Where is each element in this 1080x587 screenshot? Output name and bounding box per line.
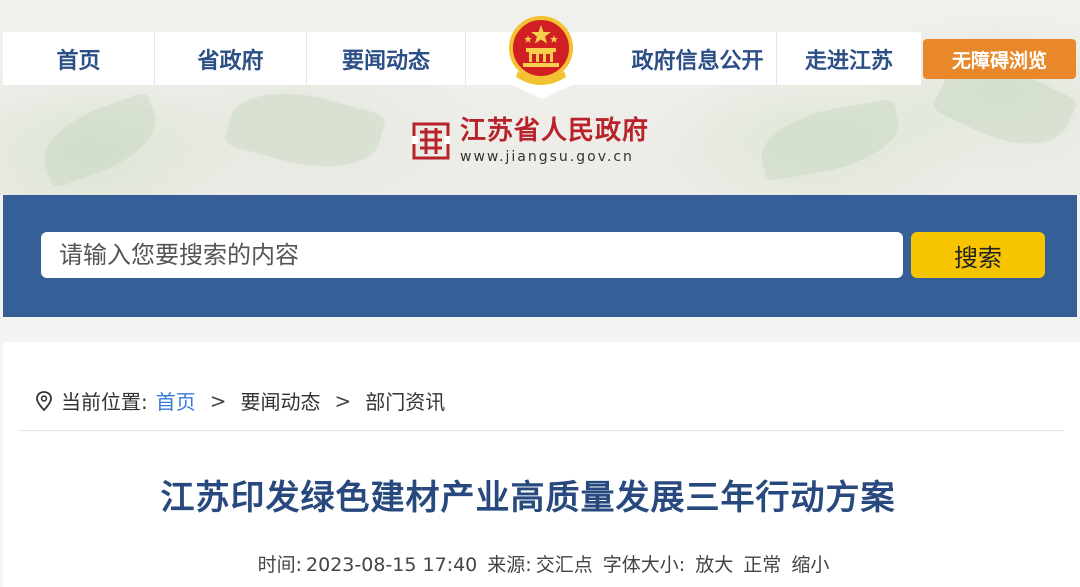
- site-header: 首页 省政府 要闻动态 政府信息公开 走进江苏 无障碍浏览 江苏省人民政府 ww…: [0, 0, 1080, 195]
- font-normal-button[interactable]: 正常: [743, 554, 781, 576]
- search-button[interactable]: 搜索: [911, 232, 1045, 278]
- jiangsu-logo-icon: [412, 122, 450, 160]
- site-url: www.jiangsu.gov.cn: [460, 149, 634, 165]
- breadcrumb-home-link[interactable]: 首页: [156, 386, 196, 415]
- font-size-label: 字体大小:: [602, 554, 686, 576]
- font-enlarge-button[interactable]: 放大: [695, 554, 733, 576]
- search-input[interactable]: [41, 232, 903, 278]
- accessibility-button[interactable]: 无障碍浏览: [923, 39, 1076, 79]
- decor-leaf: [223, 76, 387, 184]
- breadcrumb-label: 当前位置:: [61, 390, 148, 414]
- site-name: 江苏省人民政府: [460, 116, 650, 146]
- article-card: 当前位置: 首页 > 要闻动态 > 部门资讯 江苏印发绿色建材产业高质量发展三年…: [3, 342, 1080, 587]
- font-shrink-button[interactable]: 缩小: [791, 554, 829, 576]
- nav-item-about-jiangsu[interactable]: 走进江苏: [777, 32, 921, 85]
- time-label: 时间:: [257, 554, 303, 576]
- source-name: 交汇点: [535, 554, 593, 576]
- source-label: 来源:: [487, 554, 532, 576]
- site-logo[interactable]: 江苏省人民政府 www.jiangsu.gov.cn: [412, 116, 649, 166]
- article-title: 江苏印发绿色建材产业高质量发展三年行动方案: [160, 478, 896, 518]
- article-meta: 时间: 2023-08-15 17:40 来源: 交汇点 字体大小: 放大 正常 缩…: [3, 550, 1080, 577]
- breadcrumb-separator: >: [209, 388, 227, 413]
- nav-item-home[interactable]: 首页: [3, 32, 155, 85]
- decor-leaf: [33, 91, 167, 189]
- nav-item-news[interactable]: 要闻动态: [307, 32, 466, 85]
- national-emblem-icon[interactable]: [508, 15, 574, 87]
- divider: [19, 430, 1064, 431]
- breadcrumb: 当前位置: 首页 > 要闻动态 > 部门资讯: [35, 386, 445, 415]
- nav-item-info-disclosure[interactable]: 政府信息公开: [619, 32, 777, 85]
- search-band: 搜索: [3, 195, 1077, 317]
- breadcrumb-news-link[interactable]: 要闻动态: [241, 386, 321, 415]
- publish-time: 2023-08-15 17:40: [306, 554, 478, 576]
- breadcrumb-separator: >: [334, 388, 352, 413]
- location-pin-icon: [36, 390, 52, 411]
- decor-leaf: [755, 98, 905, 182]
- breadcrumb-current[interactable]: 部门资讯: [365, 386, 445, 415]
- nav-item-provincial-government[interactable]: 省政府: [155, 32, 307, 85]
